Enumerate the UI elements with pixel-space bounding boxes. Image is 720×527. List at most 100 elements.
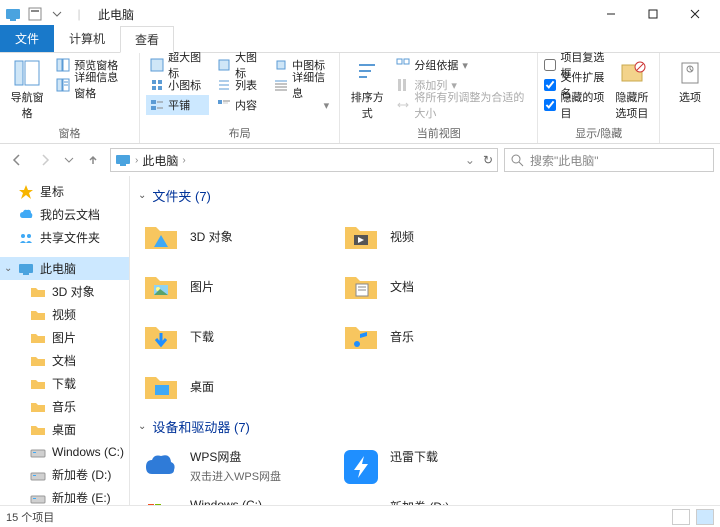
nav-item[interactable]: 新加卷 (E:) bbox=[0, 486, 129, 505]
folder-icon bbox=[342, 267, 380, 305]
tab-computer[interactable]: 计算机 bbox=[54, 25, 120, 52]
folder-icon bbox=[30, 376, 46, 392]
window-title: 此电脑 bbox=[98, 6, 134, 23]
disk-icon bbox=[142, 498, 180, 505]
nav-item[interactable]: 文档 bbox=[0, 349, 129, 372]
ribbon: 导航窗格 预览窗格 详细信息窗格 窗格 超大图标 小图标 平铺 大图标 列表 内… bbox=[0, 52, 720, 144]
folder-icon bbox=[30, 284, 46, 300]
maximize-button[interactable] bbox=[632, 0, 674, 28]
chevron-right-icon[interactable]: › bbox=[135, 155, 138, 166]
nav-star[interactable]: 星标 bbox=[0, 180, 129, 203]
breadcrumb-root[interactable]: 此电脑 bbox=[142, 152, 178, 169]
folder-item[interactable]: 桌面 bbox=[138, 361, 338, 411]
navigation-pane-button[interactable]: 导航窗格 bbox=[6, 55, 48, 121]
nav-item[interactable]: 图片 bbox=[0, 326, 129, 349]
forward-button[interactable] bbox=[34, 149, 56, 171]
status-bar: 15 个项目 bbox=[0, 505, 720, 527]
drive-wps[interactable]: WPS网盘双击进入WPS网盘 bbox=[138, 442, 338, 492]
nav-shared[interactable]: 共享文件夹 bbox=[0, 226, 129, 249]
folders-section-header[interactable]: ⌄ 文件夹 (7) bbox=[138, 180, 712, 211]
folder-icon bbox=[142, 367, 180, 405]
folder-item[interactable]: 视频 bbox=[338, 211, 538, 261]
search-icon bbox=[511, 154, 524, 167]
qat-separator: | bbox=[70, 5, 88, 23]
nav-this-pc[interactable]: ⌄此电脑 bbox=[0, 257, 129, 280]
tab-file[interactable]: 文件 bbox=[0, 25, 54, 52]
folder-icon bbox=[30, 422, 46, 438]
current-view-group-label: 当前视图 bbox=[346, 125, 531, 143]
status-view-icons[interactable] bbox=[696, 509, 714, 525]
nav-item[interactable]: Windows (C:) bbox=[0, 441, 129, 463]
layout-details[interactable]: 详细信息 bbox=[270, 75, 333, 95]
panes-group-label: 窗格 bbox=[6, 125, 133, 143]
refresh-button[interactable]: ↻ bbox=[483, 153, 493, 167]
layout-group-label: 布局 bbox=[146, 125, 333, 143]
layout-content[interactable]: 内容 bbox=[213, 95, 266, 115]
folder-icon bbox=[142, 217, 180, 255]
folder-icon bbox=[30, 399, 46, 415]
up-button[interactable] bbox=[82, 149, 104, 171]
layout-s-icons[interactable]: 小图标 bbox=[146, 75, 209, 95]
group-by-button[interactable]: 分组依据 ▾ bbox=[392, 55, 531, 75]
chevron-right-icon[interactable]: › bbox=[182, 155, 185, 166]
chevron-down-icon: ⌄ bbox=[138, 421, 146, 432]
layout-tiles[interactable]: 平铺 bbox=[146, 95, 209, 115]
folder-item[interactable]: 3D 对象 bbox=[138, 211, 338, 261]
folder-item[interactable]: 文档 bbox=[338, 261, 538, 311]
history-dropdown[interactable] bbox=[62, 149, 76, 171]
navigation-pane-label: 导航窗格 bbox=[6, 89, 48, 121]
disk-icon bbox=[30, 444, 46, 460]
navigation-tree[interactable]: 星标 我的云文档 共享文件夹 ⌄此电脑 3D 对象视频图片文档下载音乐桌面Win… bbox=[0, 176, 130, 505]
qat-dropdown-icon[interactable] bbox=[48, 5, 66, 23]
folder-item[interactable]: 图片 bbox=[138, 261, 338, 311]
nav-cloud-docs[interactable]: 我的云文档 bbox=[0, 203, 129, 226]
expander-icon[interactable]: ⌄ bbox=[4, 263, 12, 274]
disk-icon bbox=[342, 498, 380, 505]
nav-item[interactable]: 新加卷 (D:) bbox=[0, 463, 129, 486]
close-button[interactable] bbox=[674, 0, 716, 28]
nav-item[interactable]: 桌面 bbox=[0, 418, 129, 441]
sort-by-button[interactable]: 排序方式 bbox=[346, 55, 388, 121]
nav-item[interactable]: 音乐 bbox=[0, 395, 129, 418]
status-item-count: 15 个项目 bbox=[6, 509, 54, 525]
nav-item[interactable]: 下载 bbox=[0, 372, 129, 395]
folder-icon bbox=[342, 317, 380, 355]
hide-selected-button[interactable]: 隐藏所选项目 bbox=[611, 55, 653, 121]
folder-icon bbox=[30, 330, 46, 346]
details-pane-button[interactable]: 详细信息窗格 bbox=[52, 75, 133, 95]
address-dropdown-icon[interactable]: ⌄ bbox=[465, 153, 475, 167]
drives-section-header[interactable]: ⌄ 设备和驱动器 (7) bbox=[138, 411, 712, 442]
options-button[interactable]: 选项 bbox=[666, 55, 714, 105]
folder-icon bbox=[142, 267, 180, 305]
layout-more[interactable]: ▾ bbox=[270, 95, 333, 115]
this-pc-icon bbox=[115, 152, 131, 168]
layout-list[interactable]: 列表 bbox=[213, 75, 266, 95]
search-box[interactable]: 搜索"此电脑" bbox=[504, 148, 714, 172]
back-button[interactable] bbox=[6, 149, 28, 171]
chevron-down-icon: ⌄ bbox=[138, 190, 146, 201]
ribbon-tabs: 文件 计算机 查看 bbox=[0, 28, 720, 52]
address-bar[interactable]: › 此电脑 › ⌄ ↻ bbox=[110, 148, 498, 172]
drive-xunlei[interactable]: 迅雷下载 bbox=[338, 442, 538, 492]
search-placeholder: 搜索"此电脑" bbox=[530, 152, 599, 169]
minimize-button[interactable] bbox=[590, 0, 632, 28]
content-area[interactable]: ⌄ 文件夹 (7) 3D 对象视频图片文档下载音乐桌面 ⌄ 设备和驱动器 (7)… bbox=[130, 176, 720, 505]
size-columns-button[interactable]: 将所有列调整为合适的大小 bbox=[392, 95, 531, 115]
nav-item[interactable]: 3D 对象 bbox=[0, 280, 129, 303]
layout-xl-icons[interactable]: 超大图标 bbox=[146, 55, 209, 75]
address-bar-row: › 此电脑 › ⌄ ↻ 搜索"此电脑" bbox=[0, 144, 720, 176]
folder-item[interactable]: 下载 bbox=[138, 311, 338, 361]
tab-view[interactable]: 查看 bbox=[120, 26, 174, 53]
status-view-details[interactable] bbox=[672, 509, 690, 525]
drive-item[interactable]: 新加卷 (D:)47.4 GB 可用, 共 50.9 GB bbox=[338, 492, 538, 505]
disk-icon bbox=[30, 490, 46, 506]
layout-l-icons[interactable]: 大图标 bbox=[213, 55, 266, 75]
show-hide-group-label: 显示/隐藏 bbox=[544, 125, 653, 143]
folder-icon bbox=[142, 317, 180, 355]
folder-icon bbox=[342, 217, 380, 255]
drive-item[interactable]: Windows (C:)20.6 GB 可用, 共 178 GB bbox=[138, 492, 338, 505]
folder-item[interactable]: 音乐 bbox=[338, 311, 538, 361]
hidden-items-checkbox[interactable]: 隐藏的项目 bbox=[544, 95, 606, 115]
qat-properties-icon[interactable] bbox=[26, 5, 44, 23]
nav-item[interactable]: 视频 bbox=[0, 303, 129, 326]
